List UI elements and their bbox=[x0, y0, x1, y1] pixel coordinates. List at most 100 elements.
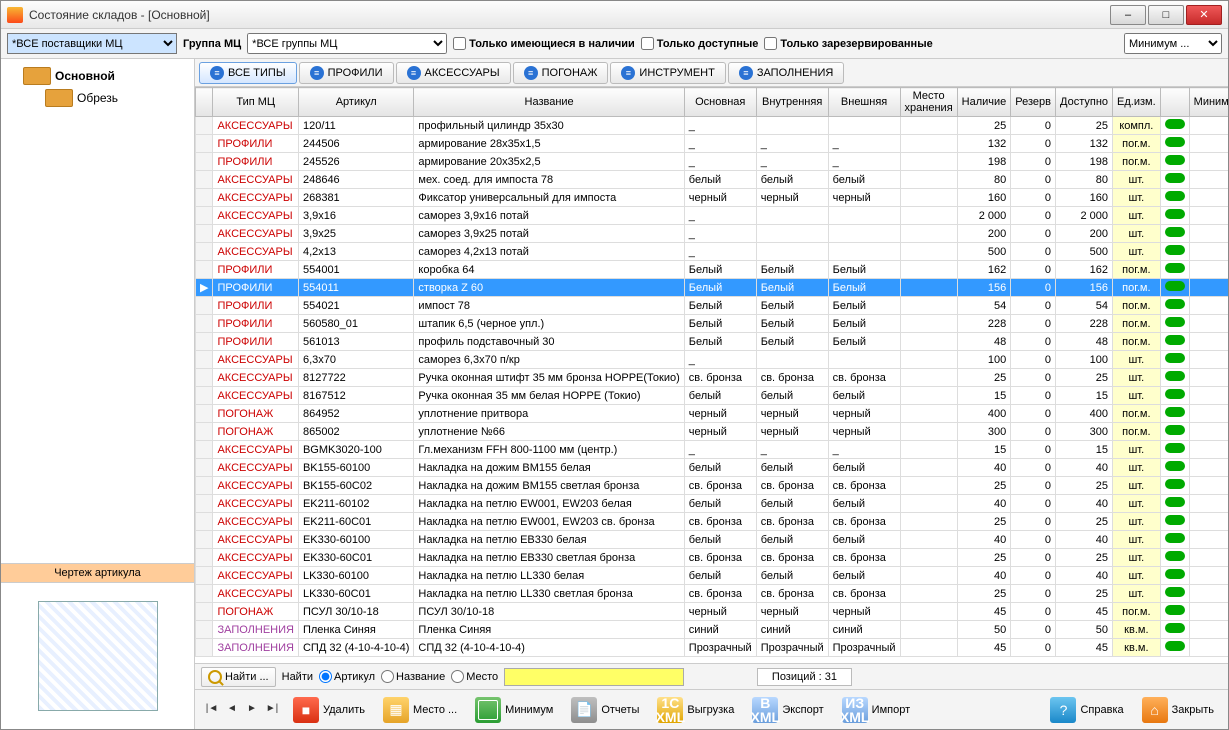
table-row[interactable]: АКСЕССУАРЫ8127722Ручка оконная штифт 35 … bbox=[196, 369, 1229, 387]
column-header[interactable]: Доступно bbox=[1056, 88, 1113, 117]
supplier-select[interactable]: *ВСЕ поставщики МЦ bbox=[7, 33, 177, 54]
table-row[interactable]: ПОГОНАЖ864952уплотнение притворачерныйче… bbox=[196, 405, 1229, 423]
radio-article[interactable]: Артикул bbox=[319, 670, 375, 683]
table-row[interactable]: АКСЕССУАРЫ248646мех. соед. для импоста 7… bbox=[196, 171, 1229, 189]
column-header[interactable]: Тип МЦ bbox=[213, 88, 299, 117]
table-row[interactable]: ПРОФИЛИ244506армирование 28х35х1,5___132… bbox=[196, 135, 1229, 153]
table-row[interactable]: ПОГОНАЖ865002уплотнение №66черныйчерныйч… bbox=[196, 423, 1229, 441]
home-icon: ⌂ bbox=[1142, 697, 1168, 723]
table-row[interactable]: АКСЕССУАРЫ8167512Ручка оконная 35 мм бел… bbox=[196, 387, 1229, 405]
export-button[interactable]: ВXMLЭкспорт bbox=[746, 694, 829, 726]
table-row[interactable]: ПРОФИЛИ554001коробка 64БелыйБелыйБелый16… bbox=[196, 261, 1229, 279]
delete-icon: ■ bbox=[293, 697, 319, 723]
find-label: Найти bbox=[282, 671, 313, 683]
search-input[interactable] bbox=[504, 668, 684, 686]
help-icon: ? bbox=[1050, 697, 1076, 723]
table-row[interactable]: АКСЕССУАРЫ120/11профильный цилиндр 35х30… bbox=[196, 117, 1229, 135]
table-row[interactable]: ▶ПРОФИЛИ554011створка Z 60БелыйБелыйБелы… bbox=[196, 279, 1229, 297]
column-header[interactable]: Резерв bbox=[1011, 88, 1056, 117]
tab-icon: ≡ bbox=[621, 66, 635, 80]
column-header[interactable]: Наличие bbox=[957, 88, 1011, 117]
xml-icon: 1CXML bbox=[657, 697, 683, 723]
place-icon: ▦ bbox=[383, 697, 409, 723]
tab-icon: ≡ bbox=[310, 66, 324, 80]
table-row[interactable]: АКСЕССУАРЫEK330-60100Накладка на петлю E… bbox=[196, 531, 1229, 549]
table-row[interactable]: АКСЕССУАРЫEK330-60C01Накладка на петлю E… bbox=[196, 549, 1229, 567]
find-button[interactable]: Найти ... bbox=[201, 667, 276, 687]
chk-in-stock[interactable]: Только имеющиеся в наличии bbox=[453, 37, 635, 50]
nav-first[interactable]: |◄ bbox=[203, 701, 221, 719]
type-tabs: ≡ВСЕ ТИПЫ≡ПРОФИЛИ≡АКСЕССУАРЫ≡ПОГОНАЖ≡ИНС… bbox=[195, 59, 1228, 87]
inventory-table-wrap[interactable]: Тип МЦАртикулНазваниеОсновнаяВнутренняяВ… bbox=[195, 87, 1228, 663]
tab-аксессуары[interactable]: ≡АКСЕССУАРЫ bbox=[396, 62, 511, 84]
column-header[interactable]: Ед.изм. bbox=[1113, 88, 1161, 117]
table-row[interactable]: АКСЕССУАРЫEK211-60102Накладка на петлю E… bbox=[196, 495, 1229, 513]
reports-button[interactable]: 📄Отчеты bbox=[565, 694, 645, 726]
radio-place[interactable]: Место bbox=[451, 670, 498, 683]
tab-icon: ≡ bbox=[407, 66, 421, 80]
delete-button[interactable]: ■Удалить bbox=[287, 694, 371, 726]
nav-prev[interactable]: ◄ bbox=[223, 701, 241, 719]
nav-buttons: |◄ ◄ ► ►| bbox=[203, 701, 281, 719]
tab-все типы[interactable]: ≡ВСЕ ТИПЫ bbox=[199, 62, 297, 84]
place-button[interactable]: ▦Место ... bbox=[377, 694, 463, 726]
table-row[interactable]: АКСЕССУАРЫ3,9x16саморез 3,9х16 потай_2 0… bbox=[196, 207, 1229, 225]
table-row[interactable]: АКСЕССУАРЫ3,9x25саморез 3,9х25 потай_200… bbox=[196, 225, 1229, 243]
minimize-button[interactable]: – bbox=[1110, 5, 1146, 25]
radio-name[interactable]: Название bbox=[381, 670, 445, 683]
tab-icon: ≡ bbox=[210, 66, 224, 80]
tab-icon: ≡ bbox=[524, 66, 538, 80]
table-row[interactable]: АКСЕССУАРЫEK211-60C01Накладка на петлю E… bbox=[196, 513, 1229, 531]
nav-next[interactable]: ► bbox=[243, 701, 261, 719]
maximize-button[interactable]: □ bbox=[1148, 5, 1184, 25]
tab-профили[interactable]: ≡ПРОФИЛИ bbox=[299, 62, 394, 84]
close-app-button[interactable]: ⌂Закрыть bbox=[1136, 694, 1220, 726]
tree-node-main[interactable]: Основной bbox=[5, 65, 190, 87]
tab-инструмент[interactable]: ≡ИНСТРУМЕНТ bbox=[610, 62, 725, 84]
import-button[interactable]: ИЗXMLИмпорт bbox=[836, 694, 916, 726]
table-row[interactable]: АКСЕССУАРЫLK330-60C01Накладка на петлю L… bbox=[196, 585, 1229, 603]
tree-node-scrap[interactable]: Обрезь bbox=[5, 87, 190, 109]
table-row[interactable]: АКСЕССУАРЫLK330-60100Накладка на петлю L… bbox=[196, 567, 1229, 585]
minimum-button[interactable]: Минимум bbox=[469, 694, 559, 726]
folder-icon bbox=[45, 89, 73, 107]
table-row[interactable]: ПРОФИЛИ554021импост 78БелыйБелыйБелый540… bbox=[196, 297, 1229, 315]
export1c-button[interactable]: 1CXMLВыгрузка bbox=[651, 694, 740, 726]
table-row[interactable]: АКСЕССУАРЫ268381Фиксатор универсальный д… bbox=[196, 189, 1229, 207]
search-bar: Найти ... Найти Артикул Название Место П… bbox=[195, 663, 1228, 689]
tab-погонаж[interactable]: ≡ПОГОНАЖ bbox=[513, 62, 609, 84]
table-row[interactable]: АКСЕССУАРЫBK155-60C02Накладка на дожим B… bbox=[196, 477, 1229, 495]
minimum-select[interactable]: Минимум ... bbox=[1124, 33, 1222, 54]
table-row[interactable]: АКСЕССУАРЫBGMK3020-100Гл.механизм FFH 80… bbox=[196, 441, 1229, 459]
table-row[interactable]: ЗАПОЛНЕНИЯПленка СиняяПленка Синяясинийс… bbox=[196, 621, 1229, 639]
bottom-toolbar: |◄ ◄ ► ►| ■Удалить ▦Место ... Минимум 📄О… bbox=[195, 689, 1228, 729]
chk-reserved[interactable]: Только зарезервированные bbox=[764, 37, 932, 50]
column-header[interactable] bbox=[196, 88, 213, 117]
column-header[interactable]: Название bbox=[414, 88, 684, 117]
column-header[interactable]: Основная bbox=[684, 88, 756, 117]
table-row[interactable]: ПРОФИЛИ245526армирование 20х35х2,5___198… bbox=[196, 153, 1229, 171]
close-button[interactable]: ✕ bbox=[1186, 5, 1222, 25]
app-icon bbox=[7, 7, 23, 23]
column-header[interactable]: Внешняя bbox=[828, 88, 900, 117]
table-row[interactable]: АКСЕССУАРЫ6,3x70саморез 6,3х70 п/кр_1000… bbox=[196, 351, 1229, 369]
chk-available[interactable]: Только доступные bbox=[641, 37, 759, 50]
column-header[interactable]: Место хранения bbox=[900, 88, 957, 117]
minimum-icon bbox=[475, 697, 501, 723]
table-row[interactable]: АКСЕССУАРЫ4,2x13саморез 4,2х13 потай_500… bbox=[196, 243, 1229, 261]
table-row[interactable]: АКСЕССУАРЫBK155-60100Накладка на дожим B… bbox=[196, 459, 1229, 477]
table-row[interactable]: ЗАПОЛНЕНИЯСПД 32 (4-10-4-10-4)СПД 32 (4-… bbox=[196, 639, 1229, 657]
table-row[interactable]: ПОГОНАЖПСУЛ 30/10-18ПСУЛ 30/10-18черныйч… bbox=[196, 603, 1229, 621]
column-header[interactable]: Минимум bbox=[1189, 88, 1228, 117]
tab-заполнения[interactable]: ≡ЗАПОЛНЕНИЯ bbox=[728, 62, 845, 84]
column-header[interactable] bbox=[1160, 88, 1189, 117]
column-header[interactable]: Артикул bbox=[298, 88, 413, 117]
help-button[interactable]: ?Справка bbox=[1044, 694, 1129, 726]
nav-last[interactable]: ►| bbox=[263, 701, 281, 719]
warehouse-tree: Основной Обрезь bbox=[1, 59, 194, 563]
group-select[interactable]: *ВСЕ группы МЦ bbox=[247, 33, 447, 54]
table-row[interactable]: ПРОФИЛИ560580_01штапик 6,5 (черное упл.)… bbox=[196, 315, 1229, 333]
table-row[interactable]: ПРОФИЛИ561013профиль подставочный 30Белы… bbox=[196, 333, 1229, 351]
reports-icon: 📄 bbox=[571, 697, 597, 723]
column-header[interactable]: Внутренняя bbox=[756, 88, 828, 117]
